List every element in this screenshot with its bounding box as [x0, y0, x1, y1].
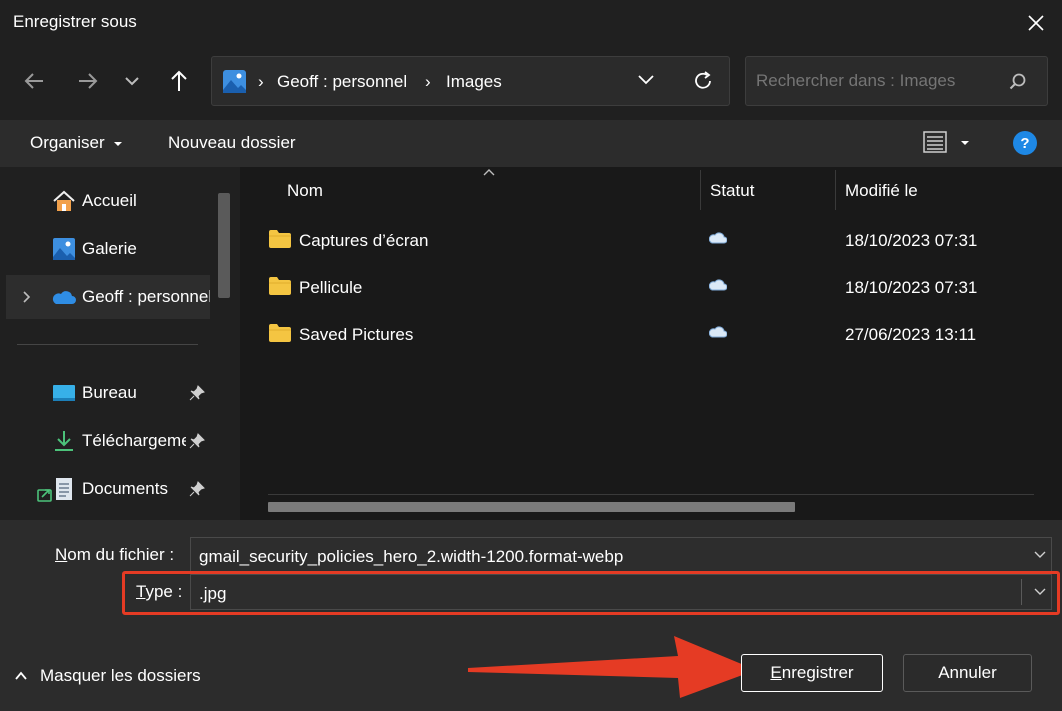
search-input[interactable] [746, 57, 1006, 105]
pin-icon [189, 481, 205, 497]
annotation-arrow [468, 636, 756, 698]
home-icon [53, 190, 75, 211]
address-bar[interactable]: › Geoff : personnel › Images [211, 56, 730, 106]
breadcrumb-separator: › [258, 72, 264, 91]
horizontal-scrollbar[interactable] [268, 502, 795, 512]
breadcrumb-images[interactable]: Images [446, 72, 502, 92]
sidebar-scrollbar[interactable] [218, 193, 230, 298]
breadcrumb-separator: › [425, 72, 431, 91]
file-name: Pellicule [299, 278, 363, 297]
onedrive-icon [52, 291, 76, 304]
sidebar-item-label: Documents [82, 479, 168, 498]
forward-arrow-icon [79, 73, 98, 89]
cloud-status-icon [709, 326, 727, 338]
sidebar-item-accueil[interactable]: Accueil [6, 179, 210, 223]
sidebar-item-telechargements[interactable]: Téléchargements [6, 419, 210, 463]
cloud-status-icon [709, 279, 727, 291]
organize-label: Organiser [30, 133, 105, 152]
column-header-modified[interactable]: Modifié le [845, 181, 918, 201]
file-row[interactable]: Captures d’écran 18/10/2023 07:31 [260, 218, 1050, 265]
file-name: Saved Pictures [299, 325, 414, 344]
sidebar-item-label: Accueil [82, 191, 137, 210]
folder-icon [269, 230, 291, 248]
sidebar-item-bureau[interactable]: Bureau [6, 371, 210, 415]
details-view-icon [923, 131, 947, 153]
sidebar-item-label: Téléchargements [82, 431, 186, 450]
window-title: Enregistrer sous [13, 12, 137, 31]
sidebar-item-documents[interactable]: Documents [6, 467, 210, 511]
recent-locations-button[interactable] [114, 63, 150, 99]
refresh-icon [695, 71, 711, 89]
file-modified-date: 18/10/2023 07:31 [845, 278, 978, 297]
sidebar-item-galerie[interactable]: Galerie [6, 227, 210, 271]
breadcrumb-geoff[interactable]: Geoff : personnel [277, 72, 407, 92]
cloud-status-icon [709, 232, 727, 244]
back-arrow-icon [24, 73, 43, 89]
view-options-button[interactable] [923, 131, 969, 158]
sidebar-item-label: Bureau [82, 383, 137, 402]
column-divider[interactable] [835, 170, 836, 210]
up-arrow-icon [171, 70, 187, 91]
title-bar [0, 0, 1062, 46]
file-name: Captures d’écran [299, 231, 429, 250]
sidebar-item-geoff-personnel[interactable]: Geoff : personnel [6, 275, 210, 319]
sidebar-divider [17, 344, 198, 345]
caret-down-icon [114, 141, 123, 146]
file-modified-date: 18/10/2023 07:31 [845, 231, 978, 250]
sidebar-item-label: Geoff : personnel [82, 287, 210, 306]
forward-button[interactable] [70, 63, 106, 99]
pin-icon [189, 385, 205, 401]
chevron-down-icon [125, 77, 139, 86]
column-divider[interactable] [700, 170, 701, 210]
gallery-icon [53, 238, 75, 260]
help-button[interactable]: ? [1013, 131, 1037, 155]
cancel-button[interactable]: Annuler [903, 654, 1032, 692]
back-button[interactable] [16, 63, 52, 99]
hide-folders-label: Masquer les dossiers [40, 666, 201, 685]
chevron-down-icon [638, 75, 654, 85]
close-icon [1028, 15, 1044, 31]
address-dropdown-button[interactable] [637, 73, 655, 91]
organize-button[interactable]: Organiser [30, 133, 123, 153]
scrollbar-track [268, 494, 1034, 495]
file-row[interactable]: Saved Pictures 27/06/2023 13:11 [260, 312, 1050, 359]
chevron-right-icon [23, 291, 31, 303]
download-icon [55, 431, 73, 451]
folder-icon [269, 324, 291, 342]
refresh-button[interactable] [692, 70, 714, 97]
highlight-box [122, 571, 1060, 615]
filename-input[interactable]: gmail_security_policies_hero_2.width-120… [190, 537, 1052, 573]
pin-icon [189, 433, 205, 449]
filename-label: Nom du fichier : [55, 545, 175, 564]
command-bar [0, 120, 1062, 167]
desktop-icon [53, 385, 75, 401]
new-folder-button[interactable]: Nouveau dossier [168, 133, 296, 153]
sort-ascending-icon [483, 169, 495, 176]
up-button[interactable] [161, 63, 197, 99]
save-button[interactable]: Enregistrer [741, 654, 883, 692]
file-row[interactable]: Pellicule 18/10/2023 07:31 [260, 265, 1050, 312]
folder-icon [269, 277, 291, 295]
hide-folders-button[interactable]: Masquer les dossiers [14, 666, 201, 686]
column-header-name[interactable]: Nom [287, 181, 323, 201]
file-modified-date: 27/06/2023 13:11 [845, 325, 977, 344]
documents-icon [56, 478, 72, 500]
column-header-status[interactable]: Statut [710, 181, 754, 201]
chevron-down-icon [1034, 551, 1046, 558]
close-button[interactable] [1018, 6, 1054, 40]
caret-down-icon [961, 141, 969, 145]
images-folder-icon [223, 70, 246, 93]
search-box[interactable] [745, 56, 1048, 106]
chevron-up-icon [15, 671, 27, 680]
shared-badge-icon [37, 489, 52, 502]
filename-value: gmail_security_policies_hero_2.width-120… [199, 547, 624, 566]
sidebar-item-label: Galerie [82, 239, 137, 258]
search-icon [1009, 73, 1026, 90]
help-icon: ? [1020, 134, 1030, 152]
